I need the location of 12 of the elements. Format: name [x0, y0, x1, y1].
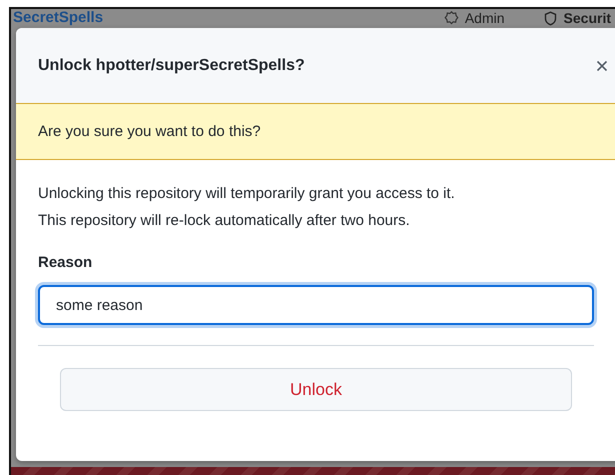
description-text: This repository will re-lock automatically after two hours. — [38, 211, 411, 231]
shield-icon — [542, 10, 558, 26]
gear-icon — [444, 10, 459, 26]
unlock-button[interactable]: Unlock — [60, 368, 572, 411]
nav-tab[interactable]: Admin — [464, 10, 505, 26]
warning-text: Are you sure you want to do this? — [38, 123, 261, 140]
dialog-title: Unlock hpotter/superSecretSpells? — [38, 56, 305, 74]
repo-name: SecretSpells — [13, 10, 104, 26]
reason-input[interactable]: some reason — [38, 285, 594, 325]
nav-tab[interactable]: Securit — [564, 10, 611, 26]
description-text: Unlocking this repository will temporarily grant you access to it. — [38, 184, 456, 204]
field-label: Reason — [38, 254, 94, 271]
